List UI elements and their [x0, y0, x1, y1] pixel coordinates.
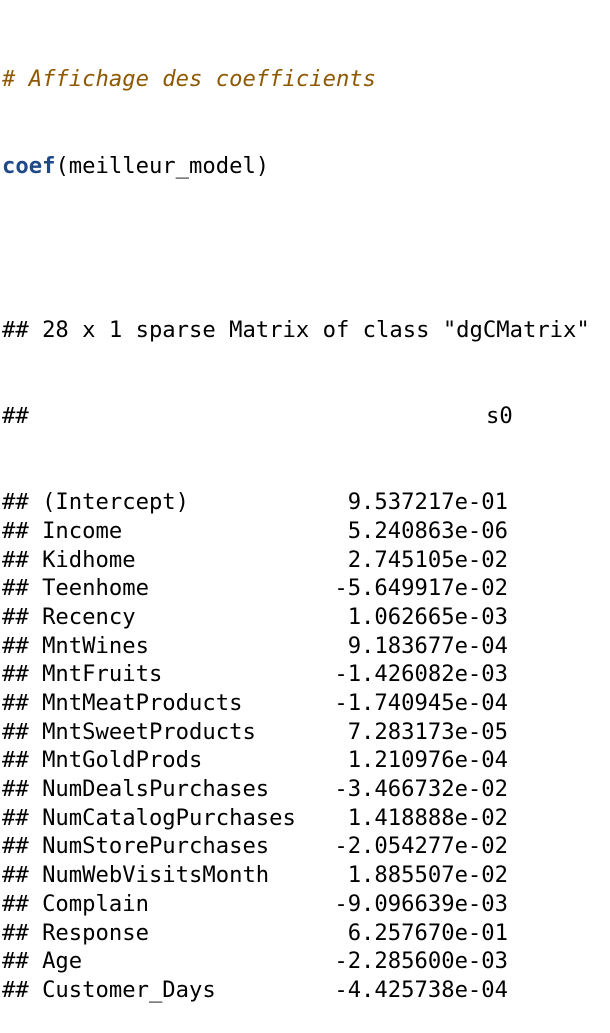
coefficient-row: ## NumDealsPurchases -3.466732e-02: [2, 775, 590, 804]
coefficient-row: ## Customer_Days -4.425738e-04: [2, 976, 590, 1005]
coefficient-row: ## Complain -9.096639e-03: [2, 890, 590, 919]
code-call: coef(meilleur_model): [2, 152, 590, 181]
coefficient-row: ## Teenhome -5.649917e-02: [2, 574, 590, 603]
coefficient-name: ## Kidhome: [2, 546, 136, 573]
coefficient-value: -2.054277e-02: [334, 833, 508, 860]
coefficient-value: 5.240863e-06: [347, 517, 508, 544]
coefficient-name: ## Customer_Days: [2, 976, 216, 1003]
coefficient-row: ## MntGoldProds 1.210976e-04: [2, 746, 590, 775]
coefficient-value: 1.885507e-02: [347, 862, 508, 889]
coefficient-row: ## Response 6.257670e-01: [2, 919, 590, 948]
coefficient-row: ## Recency 1.062665e-03: [2, 603, 590, 632]
coefficient-value: 6.257670e-01: [347, 919, 508, 946]
coefficient-name: ## NumWebVisitsMonth: [2, 862, 270, 889]
coefficient-row: ## MntWines 9.183677e-04: [2, 632, 590, 661]
coefficient-value: 2.745105e-02: [347, 546, 508, 573]
column-header: s0: [486, 403, 513, 430]
coefficient-name: ## NumDealsPurchases: [2, 776, 270, 803]
coefficient-name: ## MntMeatProducts: [2, 690, 243, 716]
coefficient-value: -1.740945e-04: [334, 690, 508, 716]
coefficient-name: ## MntWines: [2, 632, 149, 659]
function-name: coef: [2, 152, 56, 179]
coefficient-name: ## (Intercept): [2, 489, 190, 516]
coefficient-value: 7.283173e-05: [347, 718, 508, 745]
coefficient-name: ## MntGoldProds: [2, 747, 203, 774]
coefficient-row: ## Age -2.285600e-03: [2, 947, 590, 976]
coefficient-name: ## Age: [2, 948, 83, 975]
coefficient-row: ## NumCatalogPurchases 1.418888e-02: [2, 804, 590, 833]
coefficient-value: -4.425738e-04: [334, 976, 508, 1003]
coefficient-row: ## MntSweetProducts 7.283173e-05: [2, 718, 590, 747]
coefficient-value: -1.426082e-03: [334, 661, 508, 688]
column-header-row: ## s0: [2, 402, 590, 431]
coefficient-name: ## Complain: [2, 890, 149, 917]
coefficient-name: ## MntFruits: [2, 661, 163, 688]
coefficient-name: ## Recency: [2, 603, 136, 630]
coefficient-row: ## (Intercept) 9.537217e-01: [2, 488, 590, 517]
coefficient-row: ## Income 5.240863e-06: [2, 517, 590, 546]
coefficient-name: ## Income: [2, 517, 123, 544]
coefficient-value: -3.466732e-02: [334, 776, 508, 803]
coefficient-name: ## NumStorePurchases: [2, 833, 270, 860]
code-block: # Affichage des coefficients coef(meille…: [2, 8, 590, 1033]
coefficient-value: -2.285600e-03: [334, 948, 508, 975]
code-comment: # Affichage des coefficients: [2, 66, 377, 93]
coefficient-name: ## Response: [2, 919, 149, 946]
coefficient-value: -9.096639e-03: [334, 890, 508, 917]
coefficient-value: -5.649917e-02: [334, 575, 508, 602]
coefficient-value: 1.210976e-04: [347, 747, 508, 774]
matrix-header: ## 28 x 1 sparse Matrix of class "dgCMat…: [2, 317, 590, 343]
coefficient-name: ## NumCatalogPurchases: [2, 804, 296, 831]
coefficient-name: ## Teenhome: [2, 575, 149, 602]
coefficient-row: ## MntMeatProducts -1.740945e-04: [2, 689, 590, 718]
coefficient-row: ## Kidhome 2.745105e-02: [2, 546, 590, 575]
coefficient-row: ## MntFruits -1.426082e-03: [2, 660, 590, 689]
coefficient-rows: ## (Intercept) 9.537217e-01 ## Income 5.240…: [2, 488, 590, 1004]
coefficient-name: ## MntSweetProducts: [2, 718, 256, 745]
coefficient-row: ## NumStorePurchases -2.054277e-02: [2, 832, 590, 861]
coefficient-value: 1.418888e-02: [347, 804, 508, 831]
coefficient-value: 9.537217e-01: [347, 489, 508, 516]
coefficient-row: ## NumWebVisitsMonth 1.885507e-02: [2, 861, 590, 890]
coefficient-value: 1.062665e-03: [347, 603, 508, 630]
coefficient-value: 9.183677e-04: [347, 632, 508, 659]
function-args: (meilleur_model): [55, 152, 270, 179]
output-prefix: ##: [2, 403, 29, 430]
